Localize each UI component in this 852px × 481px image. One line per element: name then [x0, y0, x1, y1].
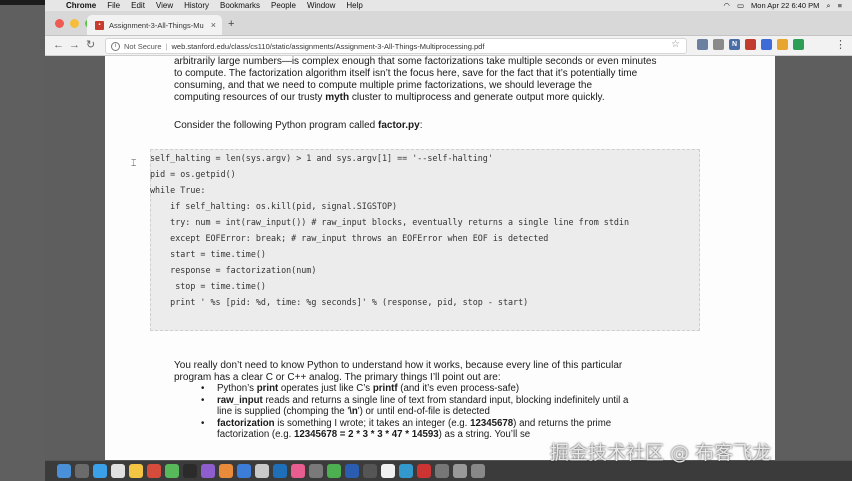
code-line: except EOFError: break; # raw_input thro…	[150, 233, 549, 243]
close-tab-icon[interactable]: ×	[211, 20, 216, 30]
extension-icon[interactable]: N	[729, 39, 740, 50]
menu-window[interactable]: Window	[307, 1, 335, 10]
intro-paragraph: arbitrarily large numbers—is complex eno…	[174, 56, 657, 103]
app-icon[interactable]	[399, 464, 413, 478]
menu-bookmarks[interactable]: Bookmarks	[220, 1, 260, 10]
app-icon[interactable]	[363, 464, 377, 478]
security-label: Not Secure	[124, 41, 162, 51]
pdf-icon: ▪	[95, 20, 104, 30]
spotlight-icon[interactable]: ⌕	[826, 1, 830, 11]
app-icon[interactable]	[417, 464, 431, 478]
app-icon[interactable]	[291, 464, 305, 478]
browser-toolbar: ← → ↻ i Not Secure | web.stanford.edu/cl…	[45, 36, 852, 56]
messages-icon[interactable]	[165, 464, 179, 478]
close-window-button[interactable]	[55, 19, 64, 28]
system-preferences-icon[interactable]	[309, 464, 323, 478]
url-text[interactable]: web.stanford.edu/class/cs110/static/assi…	[171, 42, 484, 51]
safari-icon[interactable]	[93, 464, 107, 478]
trash-icon[interactable]	[471, 464, 485, 478]
address-separator: |	[165, 41, 168, 51]
code-line: response = factorization(num)	[150, 265, 317, 275]
pdf-viewer[interactable]: arbitrarily large numbers—is complex eno…	[45, 56, 852, 460]
info-icon[interactable]: i	[111, 41, 120, 51]
code-line: while True:	[150, 185, 206, 195]
reload-button[interactable]: ↻	[86, 38, 95, 52]
launchpad-icon[interactable]	[75, 464, 89, 478]
extension-icon[interactable]	[697, 39, 708, 50]
tab-strip: ▪ Assignment-3-All-Things-Mu × +	[45, 11, 852, 36]
status-area: ◠ ▭ Mon Apr 22 6:40 PM ⌕ ≡	[723, 1, 842, 11]
menu-people[interactable]: People	[271, 1, 296, 10]
pdf-page: arbitrarily large numbers—is complex eno…	[105, 56, 775, 460]
code-line: stop = time.time()	[150, 281, 266, 291]
extension-icon[interactable]	[745, 39, 756, 50]
extension-icon[interactable]	[761, 39, 772, 50]
menu-chrome[interactable]: Chrome	[66, 1, 96, 10]
code-line: print ' %s [pid: %d, time: %g seconds]' …	[150, 297, 529, 307]
app-icon[interactable]	[327, 464, 341, 478]
notification-icon[interactable]: ≡	[838, 1, 842, 10]
notes-icon[interactable]	[129, 464, 143, 478]
menu-history[interactable]: History	[184, 1, 209, 10]
tab-assignment-pdf[interactable]: ▪ Assignment-3-All-Things-Mu ×	[87, 15, 222, 35]
finder-icon[interactable]	[57, 464, 71, 478]
app-icon[interactable]	[255, 464, 269, 478]
app-icon[interactable]	[273, 464, 287, 478]
minimize-window-button[interactable]	[70, 19, 79, 28]
downloads-icon[interactable]	[453, 464, 467, 478]
code-line: self_halting = len(sys.argv) > 1 and sys…	[150, 153, 493, 163]
program-intro: Consider the following Python program ca…	[174, 120, 423, 131]
chrome-icon[interactable]	[111, 464, 125, 478]
bookmark-star-icon[interactable]: ☆	[671, 39, 680, 50]
list-item: Python’s print operates just like C’s pr…	[201, 383, 671, 395]
app-icon[interactable]	[435, 464, 449, 478]
app-icon[interactable]	[345, 464, 359, 478]
app-icon[interactable]	[237, 464, 251, 478]
app-icon[interactable]	[381, 464, 395, 478]
code-line: pid = os.getpid()	[150, 169, 236, 179]
extension-icon[interactable]	[777, 39, 788, 50]
battery-icon[interactable]: ▭	[737, 1, 744, 10]
watermark: 掘金技术社区 @ 布客飞龙	[550, 442, 772, 464]
extension-icon[interactable]	[713, 39, 724, 50]
menu-help[interactable]: Help	[346, 1, 362, 10]
address-bar[interactable]: i Not Secure | web.stanford.edu/class/cs…	[105, 38, 687, 54]
terminal-icon[interactable]	[183, 464, 197, 478]
calendar-icon[interactable]	[147, 464, 161, 478]
forward-button[interactable]: →	[69, 38, 80, 52]
app-icon[interactable]	[201, 464, 215, 478]
code-line: if self_halting: os.kill(pid, signal.SIG…	[150, 201, 398, 211]
menu-edit[interactable]: Edit	[131, 1, 145, 10]
chrome-menu-icon[interactable]: ⋮	[835, 38, 846, 51]
menu-view[interactable]: View	[156, 1, 173, 10]
macos-menubar: Chrome File Edit View History Bookmarks …	[45, 0, 852, 11]
wifi-icon[interactable]: ◠	[723, 1, 730, 10]
extension-icon[interactable]	[793, 39, 804, 50]
app-icon[interactable]	[219, 464, 233, 478]
list-item: raw_input reads and returns a single lin…	[201, 395, 671, 418]
clock[interactable]: Mon Apr 22 6:40 PM	[751, 1, 819, 10]
code-line: start = time.time()	[150, 249, 266, 259]
menu-file[interactable]: File	[107, 1, 120, 10]
bullet-list: Python’s print operates just like C’s pr…	[201, 383, 671, 441]
code-line: try: num = int(raw_input()) # raw_input …	[150, 217, 630, 227]
tab-title: Assignment-3-All-Things-Mu	[109, 20, 204, 30]
text-cursor-icon: ⌶	[131, 158, 137, 168]
explanation-paragraph: You really don’t need to know Python to …	[174, 360, 623, 383]
new-tab-button[interactable]: +	[228, 19, 234, 30]
back-button[interactable]: ←	[53, 38, 64, 52]
